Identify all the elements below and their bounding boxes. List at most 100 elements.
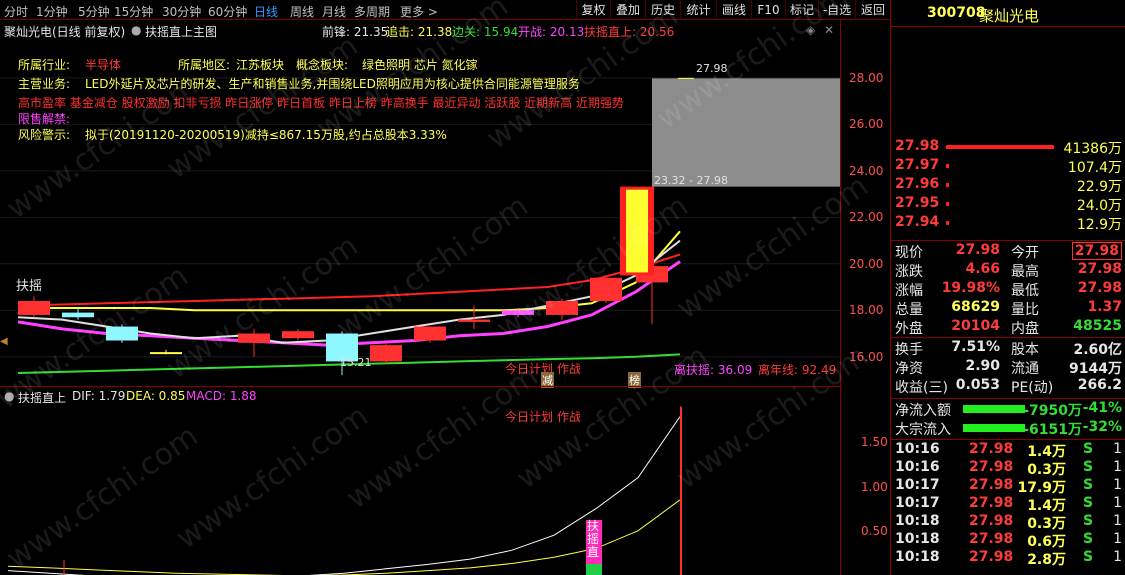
trade-volume: 17.9万	[1017, 480, 1066, 496]
chart-divider	[0, 386, 840, 387]
flow-separator-top	[891, 398, 1125, 399]
toolbar-button[interactable]: 标记	[785, 0, 818, 20]
close-icon[interactable]: ✕	[824, 23, 834, 37]
candle-body	[238, 333, 270, 343]
trade-row: 10:18 27.98 2.8万 S 1	[891, 549, 1125, 568]
book-volume-bar	[946, 145, 1054, 149]
stat-label: 最低	[1011, 283, 1039, 299]
trade-row: 10:18 27.98 0.6万 S 1	[891, 531, 1125, 550]
price-tick: 18.00	[849, 303, 884, 318]
book-row[interactable]: 27.97 107.4万	[891, 156, 1125, 176]
stat-value: 7.51%	[951, 339, 1000, 355]
book-price: 27.97	[895, 157, 940, 173]
trade-price: 27.98	[969, 531, 1014, 547]
stat-value: 1.37	[1087, 299, 1122, 315]
book-row[interactable]: 27.96 22.9万	[891, 175, 1125, 195]
industry-label: 所属行业:	[18, 58, 71, 72]
period-tab[interactable]: 分时	[4, 3, 28, 20]
toolbar-button[interactable]: 叠加	[610, 0, 645, 20]
business-value: LED外延片及芯片的研发、生产和销售业务,并围绕LED照明应用为核心提供合同能源…	[85, 77, 580, 91]
stat-value: 9144万	[1069, 361, 1122, 377]
stat-label: 收益(三)	[895, 380, 948, 396]
stat-row: 收益(三) 0.053 PE(动) 266.2	[891, 377, 1125, 396]
stat-label: 最高	[1011, 264, 1039, 280]
dea-label: DEA: 0.85	[126, 389, 186, 403]
trade-volume: 1.4万	[1027, 498, 1066, 514]
trade-side: S	[1083, 495, 1094, 511]
trade-price: 27.98	[969, 441, 1014, 457]
stat-label: 量比	[1011, 302, 1039, 318]
book-row[interactable]: 27.95 24.0万	[891, 194, 1125, 214]
trade-side: S	[1083, 459, 1094, 475]
macd-chart[interactable]: ● 扶摇直上 DIF: 1.79 DEA: 0.85 MACD: 1.88 今日…	[0, 388, 840, 575]
trade-volume: 0.3万	[1027, 462, 1066, 478]
toolbar-button[interactable]: 统计	[680, 0, 716, 20]
candle-body	[626, 189, 648, 273]
period-tab[interactable]: 更多 >	[400, 3, 438, 20]
stat-label: 股本	[1011, 342, 1039, 358]
zhuiji-label: 追击: 21.38	[386, 25, 453, 39]
stat-label: 涨幅	[895, 283, 923, 299]
trade-time: 10:16	[895, 441, 940, 457]
period-tab[interactable]: 周线	[290, 3, 314, 20]
flow-label: 大宗流入	[895, 422, 951, 438]
toolbar-button[interactable]: -自选	[818, 0, 855, 20]
period-tab[interactable]: 1分钟	[36, 3, 68, 20]
period-tab[interactable]: 月线	[322, 3, 346, 20]
trade-price: 27.98	[969, 513, 1014, 529]
trade-time: 10:17	[895, 495, 940, 511]
stat-row: 现价 27.98 今开 27.98	[891, 242, 1125, 261]
stat-value: 68629	[951, 299, 1000, 315]
dif-label: DIF: 1.79	[72, 389, 126, 403]
stat-label: 外盘	[895, 321, 923, 337]
candle-body	[106, 326, 138, 341]
flow-value: -7950万	[1023, 403, 1082, 419]
signal-label: 扶摇	[16, 279, 43, 294]
period-tab[interactable]: 多周期	[354, 3, 390, 20]
sub-indicator-name[interactable]: 扶摇直上	[18, 389, 66, 406]
trade-time: 10:17	[895, 477, 940, 493]
period-tab[interactable]: 30分钟	[162, 3, 201, 20]
candle-body	[18, 300, 50, 315]
bianguan-label: 边关: 15.94	[452, 25, 519, 39]
main-chart[interactable]: 所属行业: 半导体 所属地区: 江苏板块 概念板块: 绿色照明 芯片 氮化镓 主…	[0, 40, 840, 388]
trade-count: 1	[1113, 477, 1122, 493]
price-tick: 28.00	[849, 70, 884, 85]
toolbar-button[interactable]: 画线	[716, 0, 751, 20]
stat-value: 266.2	[1077, 377, 1122, 393]
period-tab[interactable]: 日线	[254, 3, 278, 20]
sub-indicator-circle-icon[interactable]: ●	[4, 389, 14, 403]
candle-body	[502, 310, 534, 315]
period-tab[interactable]: 5分钟	[78, 3, 110, 20]
trade-time: 10:18	[895, 549, 940, 565]
book-row[interactable]: 27.94 12.9万	[891, 213, 1125, 233]
scroll-left-icon[interactable]: ◀	[0, 336, 8, 347]
risk-label: 风险警示:	[18, 128, 71, 142]
trade-side: S	[1083, 513, 1094, 529]
candle-body	[62, 312, 94, 318]
period-tab[interactable]: 60分钟	[208, 3, 247, 20]
limit-up-zone	[652, 78, 840, 187]
trade-count: 1	[1113, 549, 1122, 565]
period-tab[interactable]: 15分钟	[114, 3, 153, 20]
chart-header: 聚灿光电(日线 前复权) ● 扶摇直上主图 前锋: 21.35 追击: 21.3…	[0, 20, 840, 40]
book-row[interactable]: 27.98 41386万	[891, 137, 1125, 157]
settings-icon[interactable]: ◈	[806, 23, 815, 37]
indicator-name[interactable]: 扶摇直上主图	[145, 23, 217, 40]
book-price: 27.98	[895, 138, 940, 154]
toolbar-button[interactable]: 返回	[855, 0, 890, 20]
trade-volume: 0.3万	[1027, 516, 1066, 532]
business-label: 主营业务:	[18, 77, 71, 91]
stat-label: 今开	[1011, 245, 1039, 261]
toolbar-button[interactable]: 复权	[576, 0, 610, 20]
candle-body	[150, 352, 182, 355]
toolbar-button[interactable]: F10	[751, 0, 785, 20]
toolbar-button[interactable]: 历史	[645, 0, 680, 20]
indicator-circle-icon[interactable]: ●	[131, 23, 141, 37]
trade-row: 10:16 27.98 1.4万 S 1	[891, 441, 1125, 460]
book-price: 27.96	[895, 176, 940, 192]
candle-body	[282, 331, 314, 339]
trade-row: 10:16 27.98 0.3万 S 1	[891, 459, 1125, 478]
stat-value: 2.90	[965, 358, 1000, 374]
stat-label: 净资	[895, 361, 923, 377]
